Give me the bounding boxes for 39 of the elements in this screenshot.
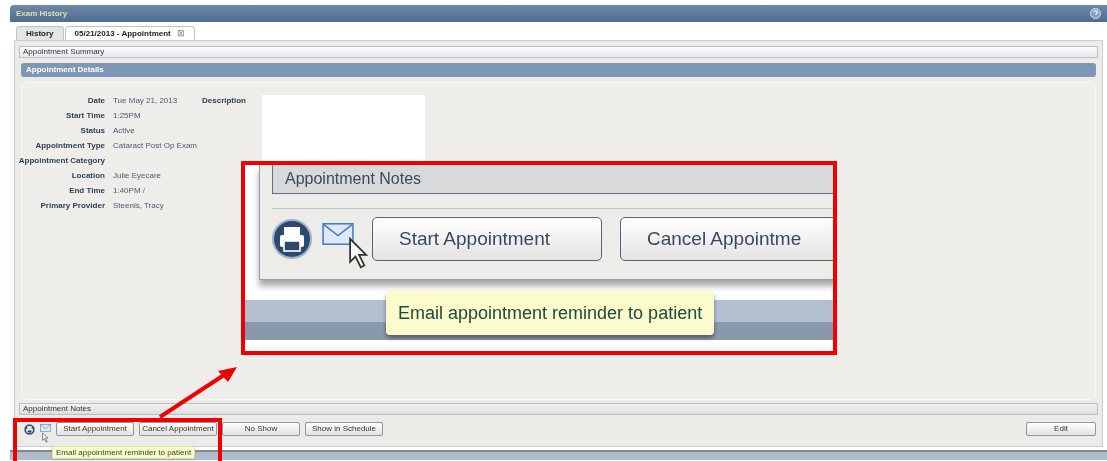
- tab[interactable]: 05/21/2013 - Appointment ⊠: [64, 26, 195, 40]
- field-value: Julie Eyecare: [113, 169, 162, 182]
- close-icon[interactable]: ⊠: [176, 29, 185, 38]
- field-label: Start Time: [65, 109, 105, 122]
- section-bar[interactable]: Appointment Notes: [272, 165, 833, 194]
- tooltip: Email appointment reminder to patient: [52, 446, 196, 459]
- field-label: Location: [70, 169, 105, 182]
- field-value: Active: [113, 124, 135, 137]
- field-label: Date: [86, 94, 105, 107]
- edit-button[interactable]: Edit: [1026, 422, 1096, 436]
- cursor-icon: [348, 237, 370, 269]
- field-value: Tue May 21, 2013: [113, 94, 178, 107]
- section-bar[interactable]: Appointment Summary: [19, 46, 1098, 58]
- toolbar-button[interactable]: Show in Schedule: [305, 422, 383, 436]
- field-value: 1:40PM /: [113, 184, 145, 197]
- section-header: Appointment Details: [26, 64, 104, 76]
- toolbar-button[interactable]: No Show: [222, 422, 300, 436]
- cursor-icon: [42, 432, 49, 443]
- toolbar-button[interactable]: Start Appointment: [56, 422, 134, 436]
- field-label: Status: [79, 124, 105, 137]
- field-label: Primary Provider: [39, 199, 105, 212]
- field-label: End Time: [68, 184, 105, 197]
- field-label: Description: [202, 94, 246, 107]
- field-value: Steenis, Tracy: [113, 199, 164, 212]
- print-icon[interactable]: [24, 423, 35, 435]
- field-value: 1:25PM: [113, 109, 141, 122]
- help-icon[interactable]: [1090, 8, 1101, 19]
- field-label: Appointment Category: [17, 154, 105, 167]
- email-icon[interactable]: [322, 223, 354, 245]
- field-value: Cataract Post Op Exam: [113, 139, 198, 152]
- toolbar-button[interactable]: Start Appointment: [372, 217, 602, 261]
- section-bar[interactable]: Appointment Notes: [19, 403, 1098, 415]
- print-icon[interactable]: [272, 219, 312, 259]
- toolbar-button[interactable]: Cancel Appointme: [620, 217, 833, 261]
- tab[interactable]: History: [16, 26, 64, 40]
- tooltip: Email appointment reminder to patient: [386, 291, 715, 335]
- field-label: Appointment Type: [34, 139, 105, 152]
- toolbar-button[interactable]: Cancel Appointment: [139, 422, 217, 436]
- window-title: Exam History: [16, 7, 68, 20]
